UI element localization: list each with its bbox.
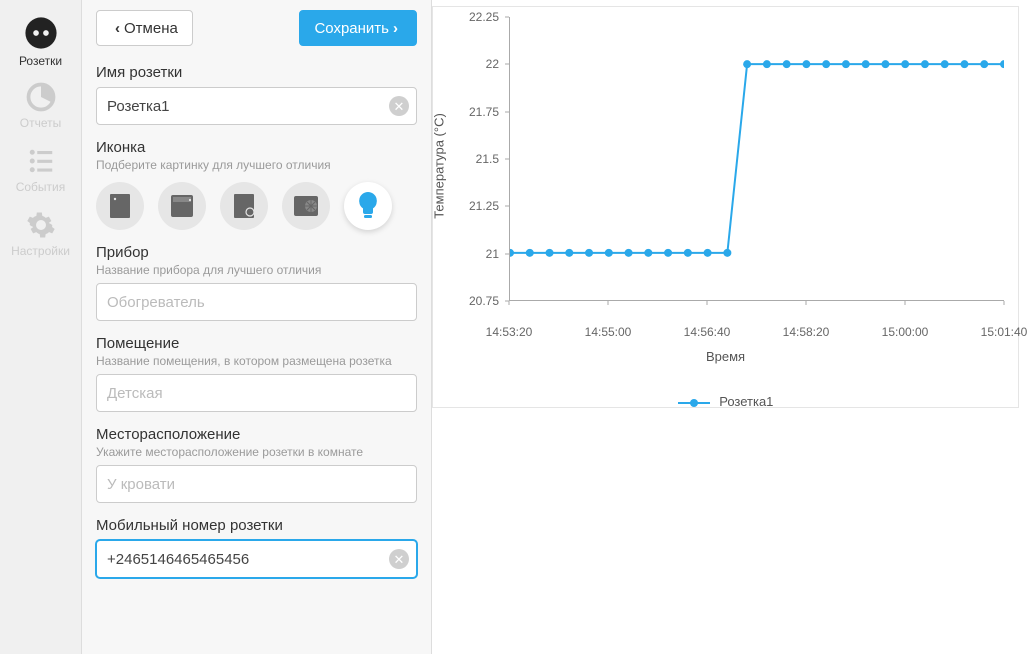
legend-swatch — [678, 399, 710, 407]
nav-item-sockets[interactable]: Розетки — [0, 10, 81, 74]
chart-legend: Розетка1 — [433, 394, 1018, 409]
nav-item-settings[interactable]: Настройки — [0, 202, 81, 266]
events-icon — [26, 146, 56, 176]
x-tick-label: 14:56:40 — [684, 325, 731, 339]
save-button[interactable]: Сохранить › — [299, 10, 417, 46]
y-tick-label: 21 — [439, 247, 499, 261]
device-disc-icon — [232, 192, 256, 220]
x-tick-label: 15:00:00 — [882, 325, 929, 339]
phone-label: Мобильный номер розетки — [96, 517, 417, 534]
nav-item-events[interactable]: События — [0, 138, 81, 202]
icon-choice-2[interactable] — [220, 182, 268, 230]
sidebar: Розетки Отчеты События Настройки — [0, 0, 82, 654]
device-label: Прибор — [96, 244, 417, 261]
y-tick-label: 20.75 — [439, 294, 499, 308]
plot-area[interactable] — [509, 17, 1004, 301]
nav-label: Розетки — [19, 54, 62, 68]
field-icon: Иконка Подберите картинку для лучшего от… — [96, 139, 417, 230]
x-tick-label: 14:58:20 — [783, 325, 830, 339]
save-label: Сохранить — [314, 20, 389, 37]
device-input[interactable] — [96, 283, 417, 321]
y-tick-label: 21.5 — [439, 152, 499, 166]
chart-panel: Температура (°C) 20.752121.2521.521.7522… — [432, 0, 1027, 654]
room-label: Помещение — [96, 335, 417, 352]
nav-item-reports[interactable]: Отчеты — [0, 74, 81, 138]
clear-phone-button[interactable]: ✕ — [389, 549, 409, 569]
icon-choice-3[interactable] — [282, 182, 330, 230]
chart-series — [510, 17, 1004, 300]
chevron-right-icon: › — [393, 20, 398, 37]
cancel-label: Отмена — [124, 20, 178, 37]
name-input[interactable] — [96, 87, 417, 125]
nav-label: Отчеты — [20, 116, 61, 130]
y-tick-label: 21.75 — [439, 105, 499, 119]
field-location: Месторасположение Укажите месторасположе… — [96, 426, 417, 503]
legend-label: Розетка1 — [719, 394, 773, 409]
reports-icon — [26, 82, 56, 112]
field-device: Прибор Название прибора для лучшего отли… — [96, 244, 417, 321]
clear-name-button[interactable]: ✕ — [389, 96, 409, 116]
y-tick-label: 21.25 — [439, 199, 499, 213]
chevron-left-icon: ‹ — [115, 20, 120, 37]
location-input[interactable] — [96, 465, 417, 503]
device-help: Название прибора для лучшего отличия — [96, 263, 417, 277]
field-phone: Мобильный номер розетки ✕ — [96, 517, 417, 578]
room-input[interactable] — [96, 374, 417, 412]
location-help: Укажите месторасположение розетки в комн… — [96, 445, 417, 459]
room-help: Название помещения, в котором размещена … — [96, 354, 417, 368]
x-tick-label: 14:55:00 — [585, 325, 632, 339]
y-tick-label: 22 — [439, 57, 499, 71]
cancel-button[interactable]: ‹ Отмена — [96, 10, 193, 46]
device-rect-icon — [108, 192, 132, 220]
nav-label: События — [16, 180, 66, 194]
device-fan-icon — [293, 195, 319, 217]
icon-choice-4[interactable] — [344, 182, 392, 230]
icon-help: Подберите картинку для лучшего отличия — [96, 158, 417, 172]
field-name: Имя розетки ✕ — [96, 64, 417, 125]
y-tick-label: 22.25 — [439, 10, 499, 24]
location-label: Месторасположение — [96, 426, 417, 443]
x-axis-label: Время — [433, 349, 1018, 364]
name-label: Имя розетки — [96, 64, 417, 81]
phone-input[interactable] — [96, 540, 417, 578]
form-panel: ‹ Отмена Сохранить › Имя розетки ✕ Иконк… — [82, 0, 432, 654]
settings-icon — [26, 210, 56, 240]
x-tick-label: 14:53:20 — [486, 325, 533, 339]
bulb-icon — [357, 191, 379, 221]
icon-picker — [96, 182, 417, 230]
chart-plot: Температура (°C) 20.752121.2521.521.7522… — [491, 11, 1008, 321]
socket-icon — [24, 16, 58, 50]
field-room: Помещение Название помещения, в котором … — [96, 335, 417, 412]
icon-choice-1[interactable] — [158, 182, 206, 230]
icon-choice-0[interactable] — [96, 182, 144, 230]
nav-label: Настройки — [11, 244, 70, 258]
x-tick-label: 15:01:40 — [981, 325, 1027, 339]
icon-label: Иконка — [96, 139, 417, 156]
device-box-icon — [169, 193, 195, 219]
chart-box: Температура (°C) 20.752121.2521.521.7522… — [432, 6, 1019, 408]
